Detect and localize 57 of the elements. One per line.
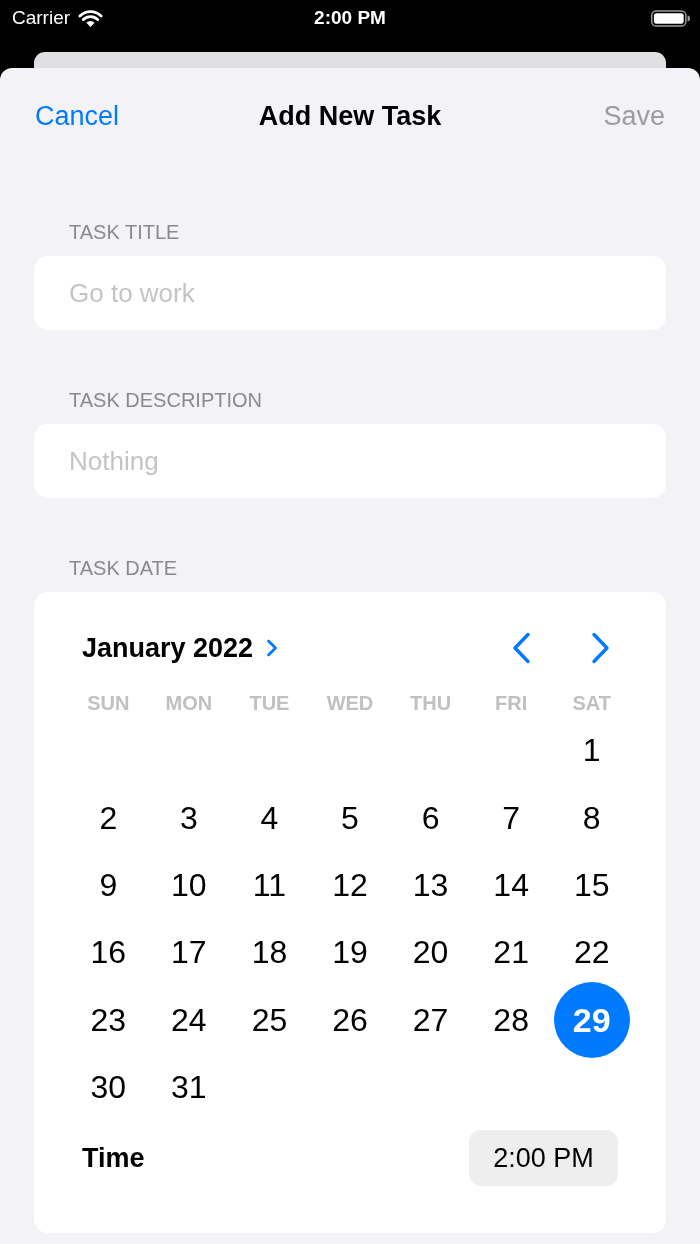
- carrier-label: Carrier: [12, 6, 71, 30]
- cancel-button[interactable]: Cancel: [34, 98, 121, 134]
- section-label: TASK DESCRIPTION: [68, 388, 262, 412]
- calendar-day[interactable]: 21: [481, 927, 542, 978]
- calendar-day[interactable]: 17: [158, 927, 219, 978]
- weekday-label: WED: [326, 691, 374, 715]
- weekday-label: SAT: [572, 691, 611, 715]
- weekday-label: MON: [165, 691, 213, 715]
- sheet-title: Add New Task: [258, 100, 442, 133]
- input-field[interactable]: Nothing: [34, 424, 666, 498]
- calendar-day[interactable]: 18: [239, 927, 300, 978]
- section-label: TASK TITLE: [68, 220, 180, 244]
- calendar-day[interactable]: 15: [561, 860, 622, 911]
- weekday-label: THU: [410, 691, 452, 715]
- calendar-day[interactable]: 20: [400, 927, 461, 978]
- next-month-button[interactable]: [591, 632, 610, 664]
- calendar-day[interactable]: 3: [158, 793, 219, 844]
- input-field[interactable]: Go to work: [34, 256, 666, 330]
- status-time: 2:00 PM: [314, 6, 386, 30]
- calendar-day[interactable]: 31: [158, 1062, 219, 1113]
- calendar-day[interactable]: 26: [320, 995, 380, 1046]
- calendar-day[interactable]: 29: [553, 982, 630, 1059]
- month-picker-button[interactable]: January 2022: [82, 630, 279, 666]
- weekday-label: FRI: [495, 691, 528, 715]
- time-picker-button[interactable]: 2:00 PM: [469, 1130, 618, 1187]
- calendar-day[interactable]: 13: [400, 860, 461, 911]
- calendar-day[interactable]: 28: [481, 995, 542, 1046]
- calendar-day[interactable]: 5: [320, 793, 380, 844]
- calendar-day[interactable]: 1: [561, 725, 622, 776]
- calendar-day[interactable]: 14: [481, 860, 542, 911]
- calendar-day[interactable]: 12: [320, 860, 380, 911]
- calendar-day[interactable]: 16: [78, 927, 139, 978]
- calendar-day[interactable]: 25: [239, 995, 300, 1046]
- calendar-day[interactable]: 30: [78, 1062, 139, 1113]
- section-label: TASK DATE: [68, 556, 178, 580]
- calendar-day[interactable]: 24: [158, 995, 219, 1046]
- calendar-day[interactable]: 23: [78, 995, 139, 1046]
- weekday-label: SUN: [87, 691, 130, 715]
- calendar-day[interactable]: 2: [78, 793, 139, 844]
- battery-icon: [651, 9, 690, 27]
- calendar-day[interactable]: 10: [158, 860, 219, 911]
- calendar-day[interactable]: 22: [561, 927, 622, 978]
- calendar-day[interactable]: 4: [239, 793, 300, 844]
- calendar-day[interactable]: 19: [320, 927, 380, 978]
- chevron-right-icon: [266, 639, 279, 657]
- calendar-day[interactable]: 6: [400, 793, 461, 844]
- previous-month-button[interactable]: [512, 632, 531, 664]
- calendar-day[interactable]: 11: [239, 860, 300, 911]
- calendar-day[interactable]: 7: [481, 793, 542, 844]
- weekday-label: TUE: [249, 691, 290, 715]
- time-label: Time: [82, 1142, 145, 1174]
- chevron-right-icon: [591, 632, 610, 664]
- calendar-day[interactable]: 27: [400, 995, 461, 1046]
- wifi-icon: [78, 9, 104, 27]
- calendar-day[interactable]: 9: [78, 860, 139, 911]
- chevron-left-icon: [512, 632, 531, 664]
- calendar-day[interactable]: 8: [561, 793, 622, 844]
